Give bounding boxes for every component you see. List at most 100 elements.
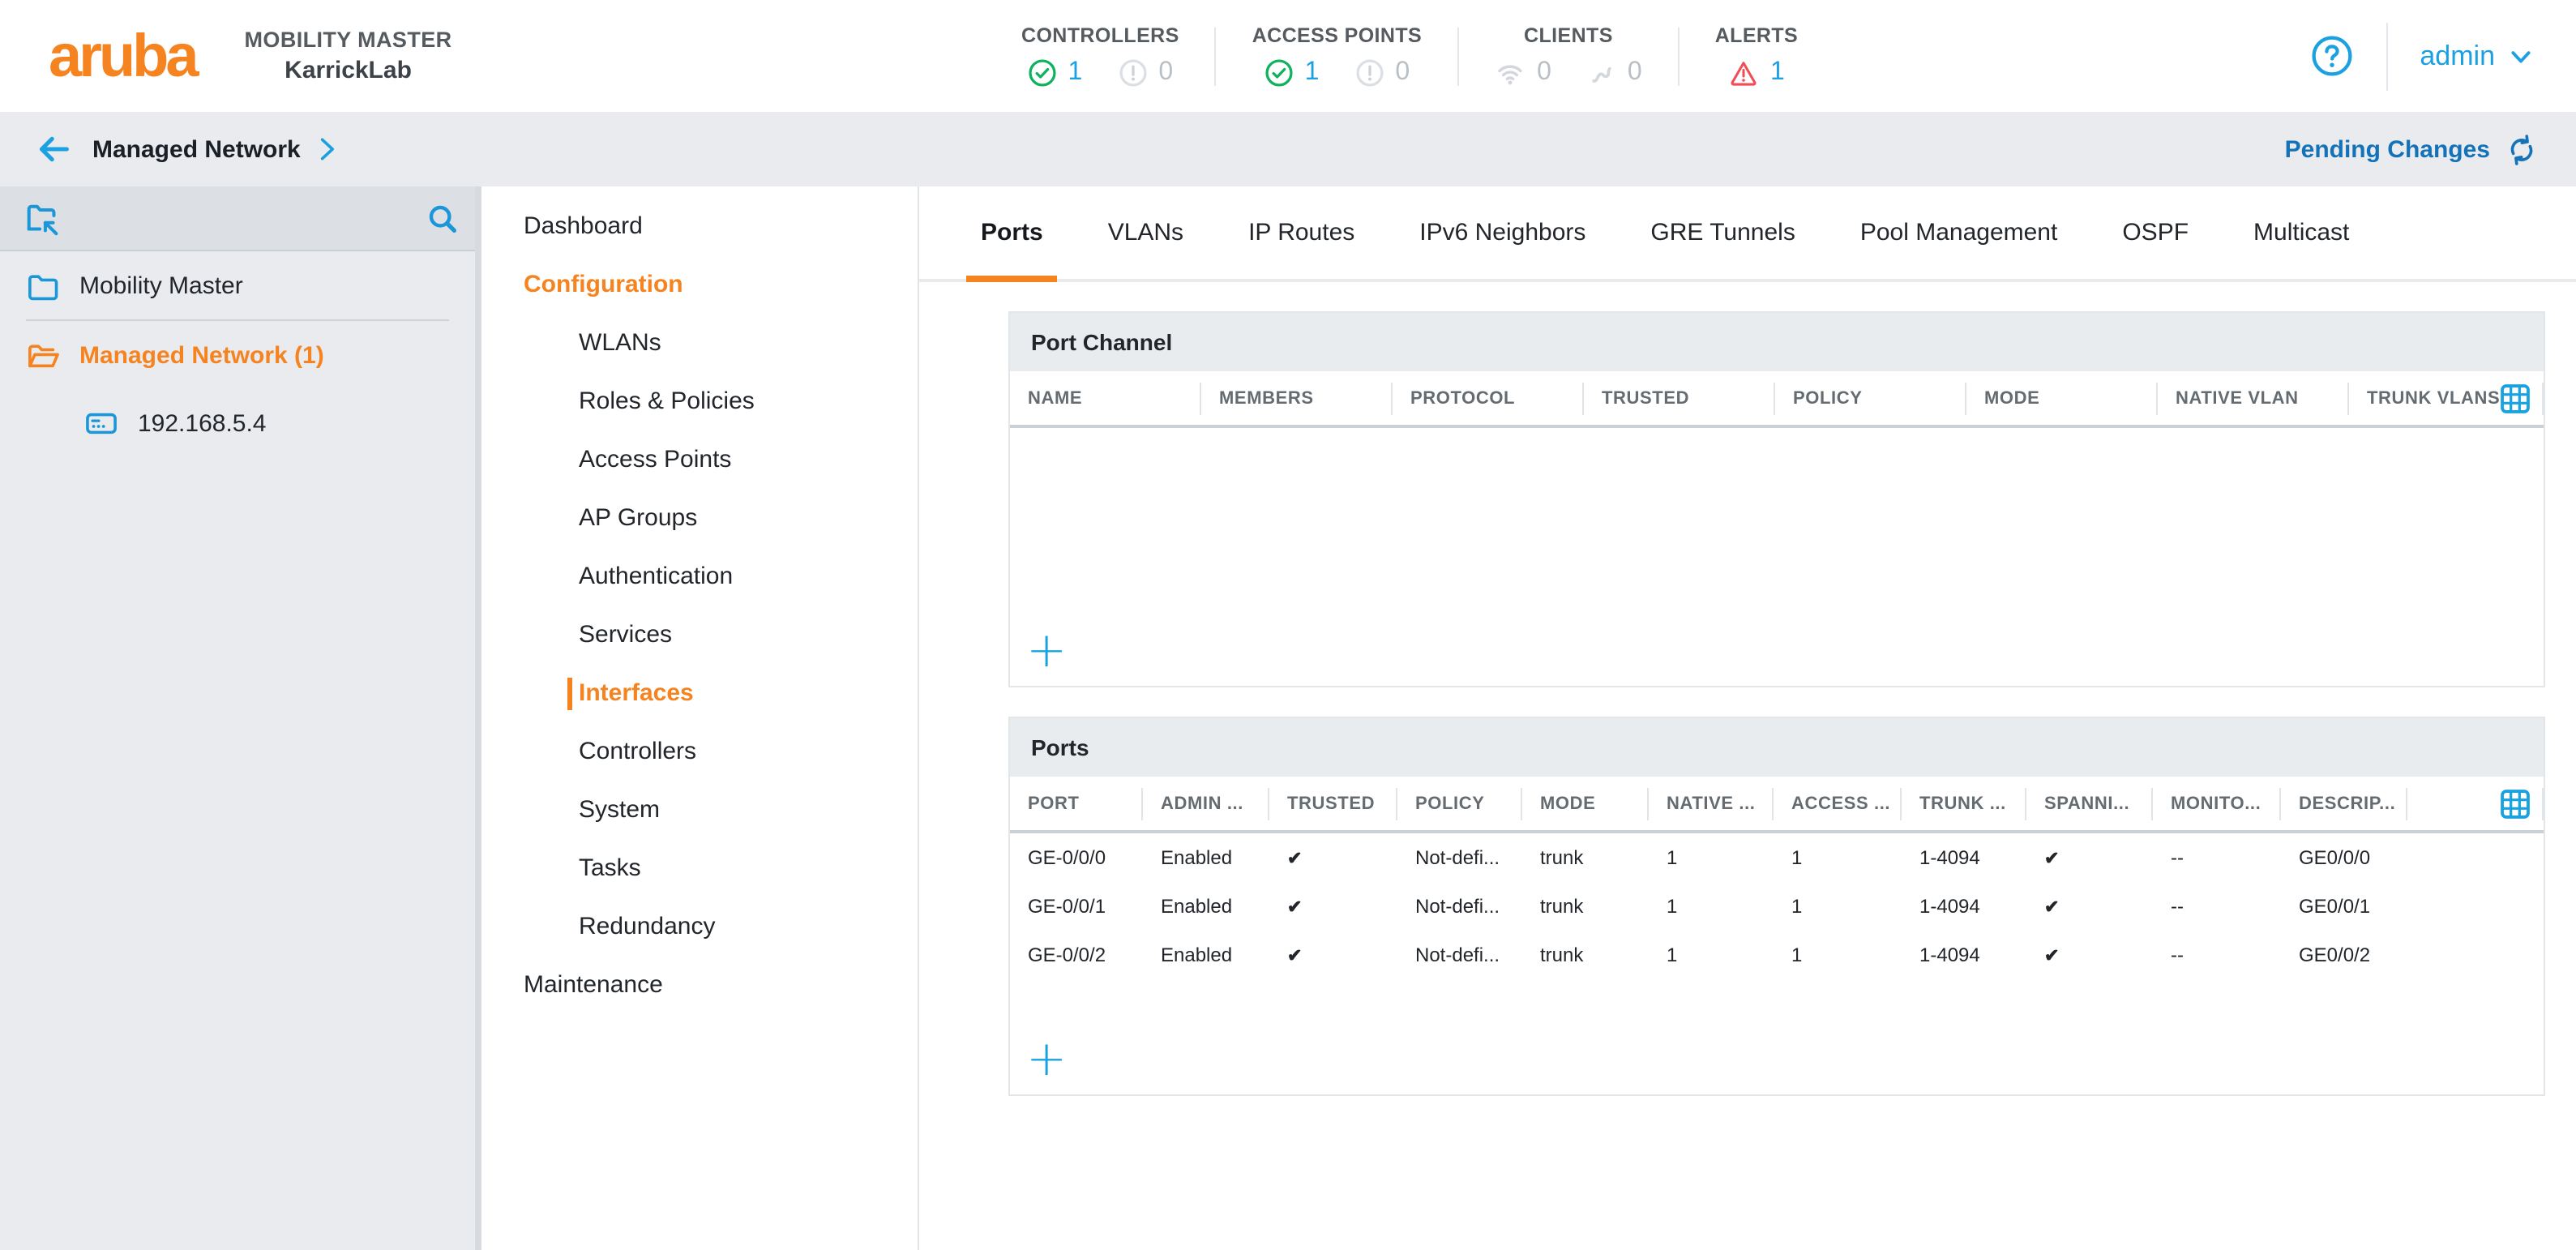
alerts-label: ALERTS bbox=[1715, 24, 1798, 47]
nav-item-interfaces[interactable]: Interfaces bbox=[481, 665, 918, 723]
cell-port: GE-0/0/0 bbox=[1010, 846, 1143, 869]
tab-vlans[interactable]: VLANs bbox=[1076, 186, 1216, 279]
cell-trunk-vlans: 1-4094 bbox=[1902, 846, 2026, 869]
nav-item-roles-policies[interactable]: Roles & Policies bbox=[481, 373, 918, 431]
port-channel-title: Port Channel bbox=[1010, 313, 2544, 371]
table-settings-icon[interactable] bbox=[2500, 788, 2531, 819]
tab-pool-management[interactable]: Pool Management bbox=[1828, 186, 2090, 279]
cell-port: GE-0/0/1 bbox=[1010, 895, 1143, 918]
divider bbox=[2386, 22, 2387, 90]
controllers-up-count: 1 bbox=[1068, 58, 1083, 88]
controllers-stat[interactable]: CONTROLLERS 1 0 bbox=[986, 24, 1215, 88]
cell-mode: trunk bbox=[1522, 895, 1649, 918]
cell-trunk-vlans: 1-4094 bbox=[1902, 944, 2026, 966]
aps-down[interactable]: 0 bbox=[1354, 58, 1410, 88]
clients-stat[interactable]: CLIENTS 0 0 bbox=[1459, 24, 1678, 88]
clients-label: CLIENTS bbox=[1524, 24, 1613, 47]
column-header[interactable]: PORT bbox=[1010, 787, 1143, 820]
tab-ip-routes[interactable]: IP Routes bbox=[1216, 186, 1387, 279]
access-points-stat[interactable]: ACCESS POINTS 1 0 bbox=[1217, 24, 1457, 88]
table-row[interactable]: GE-0/0/1 Enabled ✔ Not-defi... trunk 1 1… bbox=[1010, 882, 2544, 931]
cell-spanning-check: ✔ bbox=[2026, 896, 2153, 917]
cell-trunk-vlans: 1-4094 bbox=[1902, 895, 2026, 918]
nav-item-ap-groups[interactable]: AP Groups bbox=[481, 490, 918, 548]
nav-item-system[interactable]: System bbox=[481, 781, 918, 840]
cell-description: GE0/0/1 bbox=[2281, 895, 2407, 918]
nav-item-authentication[interactable]: Authentication bbox=[481, 548, 918, 606]
column-header[interactable]: MONITO... bbox=[2153, 787, 2281, 820]
column-header[interactable]: NATIVE VLAN bbox=[2158, 382, 2349, 414]
table-row[interactable]: GE-0/0/2 Enabled ✔ Not-defi... trunk 1 1… bbox=[1010, 931, 2544, 979]
pending-changes-button[interactable]: Pending Changes bbox=[2285, 134, 2537, 165]
search-icon[interactable] bbox=[426, 202, 459, 234]
cell-mode: trunk bbox=[1522, 944, 1649, 966]
chevron-down-icon bbox=[2508, 43, 2534, 69]
content: Mobility Master Managed Network (1) 192.… bbox=[0, 186, 2576, 1250]
nav-item-wlans[interactable]: WLANs bbox=[481, 315, 918, 373]
column-header[interactable]: SPANNI... bbox=[2026, 787, 2153, 820]
wireless-clients[interactable]: 0 bbox=[1495, 58, 1551, 88]
add-port-button[interactable]: + bbox=[1026, 1039, 1067, 1081]
nav-item-maintenance[interactable]: Maintenance bbox=[481, 957, 918, 1015]
cell-native-vlan: 1 bbox=[1649, 944, 1774, 966]
status-summary: CONTROLLERS 1 0 bbox=[986, 0, 1834, 112]
back-arrow-icon[interactable] bbox=[36, 133, 71, 165]
column-header[interactable]: NAME bbox=[1010, 382, 1201, 414]
breadcrumb[interactable]: Managed Network bbox=[92, 135, 301, 163]
table-row[interactable]: GE-0/0/0 Enabled ✔ Not-defi... trunk 1 1… bbox=[1010, 833, 2544, 882]
alerts-stat[interactable]: ALERTS 1 bbox=[1680, 24, 1834, 88]
nav-item-configuration[interactable]: Configuration bbox=[481, 256, 918, 315]
tab-ospf[interactable]: OSPF bbox=[2090, 186, 2221, 279]
nav-item-dashboard[interactable]: Dashboard bbox=[481, 198, 918, 256]
tab-gre-tunnels[interactable]: GRE Tunnels bbox=[1618, 186, 1827, 279]
nav-menu: Dashboard Configuration WLANs Roles & Po… bbox=[481, 186, 919, 1250]
column-header[interactable]: DESCRIP... bbox=[2281, 787, 2407, 820]
column-header[interactable]: NATIVE ... bbox=[1649, 787, 1774, 820]
user-menu[interactable]: admin bbox=[2420, 40, 2534, 72]
controllers-up[interactable]: 1 bbox=[1028, 58, 1083, 88]
tree-item-label: Mobility Master bbox=[79, 272, 243, 299]
column-header[interactable]: ADMIN ... bbox=[1143, 787, 1269, 820]
column-header[interactable]: POLICY bbox=[1397, 787, 1522, 820]
column-header[interactable]: TRUSTED bbox=[1269, 787, 1397, 820]
column-header[interactable]: PROTOCOL bbox=[1393, 382, 1584, 414]
cell-access-vlan: 1 bbox=[1774, 846, 1902, 869]
controllers-down-count: 0 bbox=[1158, 58, 1173, 88]
tree-item-label: 192.168.5.4 bbox=[138, 409, 267, 437]
column-header[interactable]: MODE bbox=[1522, 787, 1649, 820]
help-icon[interactable] bbox=[2309, 34, 2353, 78]
tab-content: Port Channel NAME MEMBERS PROTOCOL TRUST… bbox=[919, 282, 2576, 1096]
tab-ipv6-neighbors[interactable]: IPv6 Neighbors bbox=[1387, 186, 1618, 279]
tree-item-mobility-master[interactable]: Mobility Master bbox=[0, 251, 481, 319]
column-header[interactable]: POLICY bbox=[1775, 382, 1966, 414]
site-name: KarrickLab bbox=[245, 57, 452, 84]
add-port-channel-button[interactable]: + bbox=[1026, 631, 1067, 673]
column-header[interactable]: TRUSTED bbox=[1584, 382, 1775, 414]
brand-info: MOBILITY MASTER KarrickLab bbox=[245, 28, 452, 84]
wired-clients-icon bbox=[1587, 58, 1616, 88]
tree-item-managed-network[interactable]: Managed Network (1) bbox=[0, 321, 481, 389]
column-header[interactable]: MODE bbox=[1966, 382, 2158, 414]
nav-item-tasks[interactable]: Tasks bbox=[481, 840, 918, 898]
tab-ports[interactable]: Ports bbox=[948, 186, 1076, 279]
nav-item-access-points[interactable]: Access Points bbox=[481, 431, 918, 490]
column-header[interactable]: MEMBERS bbox=[1201, 382, 1393, 414]
sidebar-scrollbar[interactable] bbox=[475, 186, 481, 1250]
aps-up[interactable]: 1 bbox=[1264, 58, 1320, 88]
column-header[interactable]: ACCESS ... bbox=[1774, 787, 1902, 820]
collapse-tree-icon[interactable] bbox=[23, 198, 63, 238]
alerts-count-item[interactable]: 1 bbox=[1728, 58, 1785, 88]
controllers-down[interactable]: 0 bbox=[1118, 58, 1173, 88]
nav-item-services[interactable]: Services bbox=[481, 606, 918, 665]
nav-item-controllers[interactable]: Controllers bbox=[481, 723, 918, 781]
cell-trusted-check: ✔ bbox=[1269, 847, 1397, 868]
cell-description: GE0/0/2 bbox=[2281, 944, 2407, 966]
table-settings-icon[interactable] bbox=[2500, 383, 2531, 413]
tree-item-controller[interactable]: 192.168.5.4 bbox=[0, 389, 481, 457]
aps-up-count: 1 bbox=[1305, 58, 1320, 88]
nav-item-redundancy[interactable]: Redundancy bbox=[481, 898, 918, 957]
wired-clients[interactable]: 0 bbox=[1587, 58, 1642, 88]
column-header[interactable]: TRUNK ... bbox=[1902, 787, 2026, 820]
cell-policy: Not-defi... bbox=[1397, 895, 1522, 918]
tab-multicast[interactable]: Multicast bbox=[2221, 186, 2381, 279]
